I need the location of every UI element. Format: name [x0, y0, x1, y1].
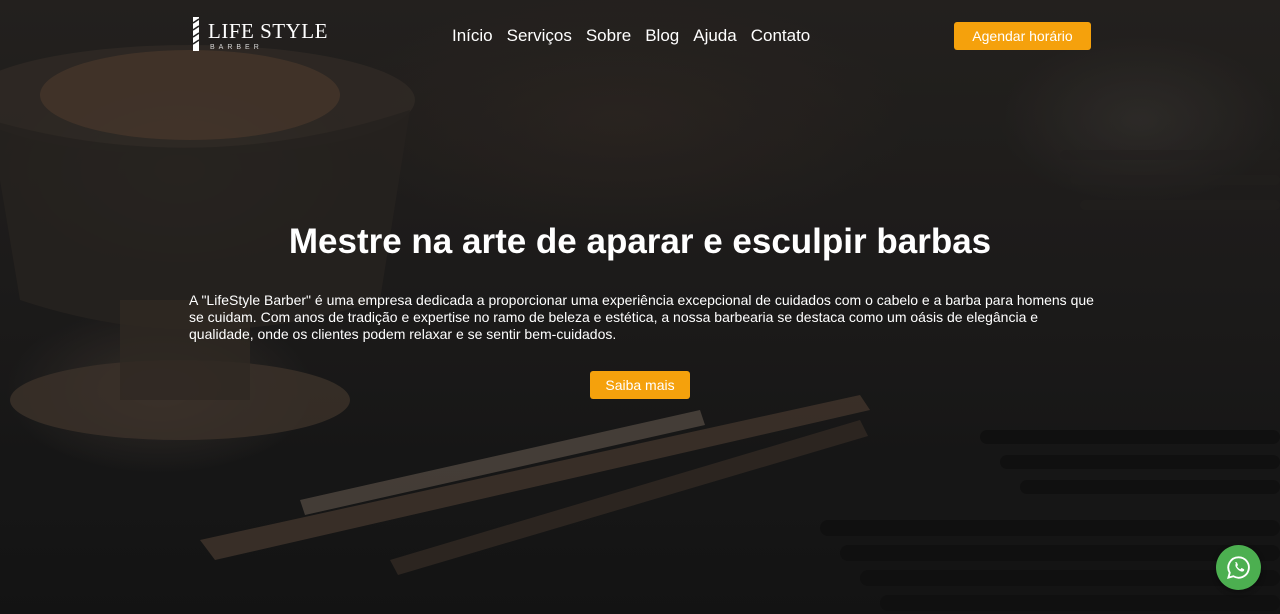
barber-pole-icon — [192, 17, 200, 51]
nav-item-ajuda[interactable]: Ajuda — [693, 24, 736, 48]
hero-description: A "LifeStyle Barber" é uma empresa dedic… — [189, 292, 1094, 342]
whatsapp-icon — [1227, 556, 1250, 579]
nav-item-sobre[interactable]: Sobre — [586, 24, 631, 48]
page-title: Mestre na arte de aparar e esculpir barb… — [288, 222, 992, 261]
nav-item-servicos[interactable]: Serviços — [507, 24, 572, 48]
nav-item-contato[interactable]: Contato — [751, 24, 811, 48]
logo[interactable]: LIFE STYLE BARBER — [191, 15, 331, 53]
nav-item-inicio[interactable]: Início — [452, 24, 493, 48]
hero-section: LIFE STYLE BARBER Início Serviços Sobre … — [0, 0, 1280, 614]
learn-more-button[interactable]: Saiba mais — [590, 371, 690, 399]
main-nav: Início Serviços Sobre Blog Ajuda Contato — [452, 24, 810, 48]
whatsapp-button[interactable] — [1216, 545, 1261, 590]
logo-title: LIFE STYLE — [208, 19, 328, 43]
schedule-button[interactable]: Agendar horário — [954, 22, 1091, 50]
nav-item-blog[interactable]: Blog — [645, 24, 679, 48]
logo-subtitle: BARBER — [210, 44, 263, 51]
